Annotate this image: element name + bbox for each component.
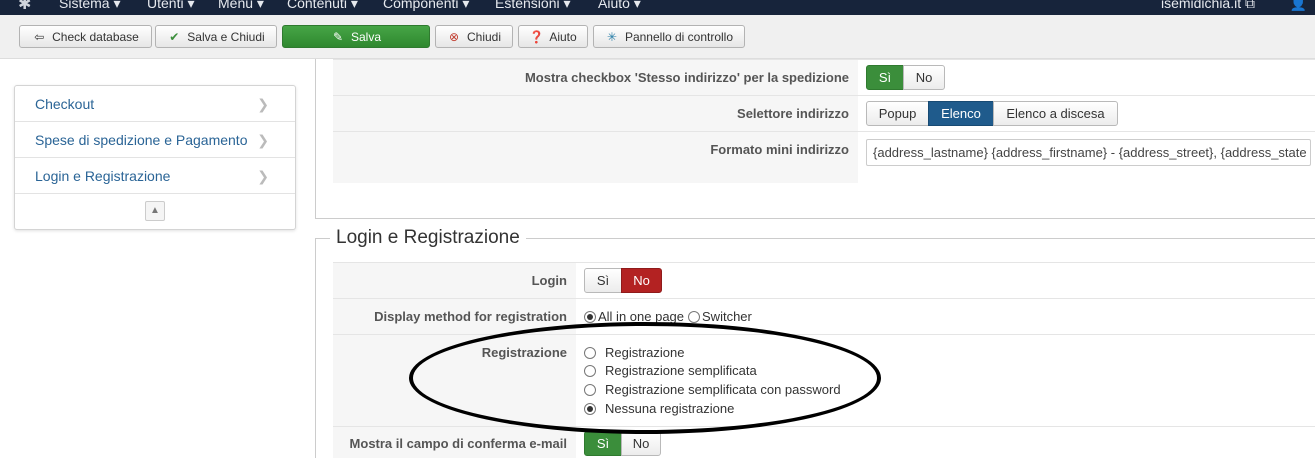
- chevron-right-icon: ❯: [257, 96, 269, 112]
- section-title: Login e Registrazione: [330, 227, 526, 249]
- registration-simple-option[interactable]: Registrazione semplificata: [584, 363, 757, 378]
- field-label: Selettore indirizzo: [333, 96, 858, 131]
- close-button[interactable]: ⊗ Chiudi: [435, 25, 513, 48]
- save-button[interactable]: ✎ Salva: [282, 25, 430, 48]
- control-panel-button[interactable]: ✳ Pannello di controllo: [593, 25, 745, 48]
- menu-sistema[interactable]: Sistema ▾: [59, 0, 121, 12]
- field-label: Login: [333, 263, 576, 298]
- sidebar: Checkout ❯ Spese di spedizione e Pagamen…: [14, 85, 296, 230]
- radio-button[interactable]: [584, 364, 596, 377]
- user-icon[interactable]: 👤: [1290, 0, 1307, 12]
- check-database-button[interactable]: ⇦ Check database: [19, 25, 152, 48]
- row-registration: Registrazione: [333, 334, 1315, 426]
- email-confirm-toggle: Sì No: [584, 431, 661, 456]
- chevron-right-icon: ❯: [257, 132, 269, 148]
- help-button[interactable]: ❓ Aiuto: [518, 25, 588, 48]
- row-email-confirm: Mostra il campo di conferma e-mail: [333, 426, 1315, 458]
- radio-all-in-one-page[interactable]: [584, 310, 596, 323]
- row-display-method: Display method for registration: [333, 298, 1315, 334]
- no-registration-option[interactable]: Nessuna registrazione: [584, 401, 734, 416]
- row-login: Login: [333, 262, 1315, 298]
- menu-componenti[interactable]: Componenti ▾: [383, 0, 469, 12]
- menu-estensioni[interactable]: Estensioni ▾: [495, 0, 571, 12]
- save-close-button[interactable]: ✔ Salva e Chiudi: [155, 25, 277, 48]
- menu-contenuti[interactable]: Contenuti ▾: [287, 0, 358, 12]
- option-popup[interactable]: Popup: [866, 101, 929, 126]
- field-label: Formato mini indirizzo: [333, 132, 858, 183]
- sidebar-item-checkout[interactable]: Checkout ❯: [15, 86, 295, 122]
- menu-aiuto[interactable]: Aiuto ▾: [598, 0, 641, 12]
- mini-format-input[interactable]: {address_lastname} {address_firstname} -…: [866, 139, 1311, 166]
- joomla-logo-icon[interactable]: ✱: [18, 0, 31, 14]
- address-selector-toggle: Popup Elenco Elenco a discesa: [866, 101, 1118, 126]
- row-address-selector: Selettore indirizzo: [333, 95, 1315, 131]
- registration-option[interactable]: Registrazione: [584, 345, 685, 360]
- option-yes[interactable]: Sì: [584, 268, 622, 293]
- option-no[interactable]: No: [903, 65, 945, 90]
- sidebar-item-shipping-payment[interactable]: Spese di spedizione e Pagamento ❯: [15, 122, 295, 158]
- option-no[interactable]: No: [621, 268, 662, 293]
- field-label: Display method for registration: [333, 299, 576, 334]
- chevron-right-icon: ❯: [257, 168, 269, 184]
- check-icon: ✔: [169, 29, 180, 44]
- field-label: Mostra il campo di conferma e-mail: [333, 427, 576, 458]
- database-icon: ⇦: [34, 29, 45, 44]
- edit-icon: ✎: [332, 29, 344, 44]
- option-elenco[interactable]: Elenco: [928, 101, 994, 126]
- login-toggle: Sì No: [584, 268, 662, 293]
- field-label: Mostra checkbox 'Stesso indirizzo' per l…: [333, 60, 858, 95]
- registration-simple-password-option[interactable]: Registrazione semplificata con password: [584, 382, 841, 397]
- menu-utenti[interactable]: Utenti ▾: [147, 0, 195, 12]
- toolbar: ⇦ Check database ✔ Salva e Chiudi ✎ Salva ⊗…: [0, 15, 1315, 59]
- control-panel-icon: ✳: [606, 29, 617, 44]
- question-icon: ❓: [529, 29, 545, 44]
- option-no[interactable]: No: [621, 431, 661, 456]
- top-nav: ✱ Sistema ▾ Utenti ▾ Menu ▾ Contenuti ▾ …: [0, 0, 1315, 15]
- radio-switcher[interactable]: [688, 310, 701, 323]
- collapse-sidebar-icon[interactable]: ▲: [145, 201, 165, 221]
- option-elenco-a-discesa[interactable]: Elenco a discesa: [993, 101, 1118, 126]
- option-yes[interactable]: Sì: [584, 431, 622, 456]
- sidebar-item-login-registration[interactable]: Login e Registrazione ❯: [15, 158, 295, 194]
- close-icon: ⊗: [448, 29, 460, 44]
- row-same-address: Mostra checkbox 'Stesso indirizzo' per l…: [333, 59, 1315, 95]
- radio-button[interactable]: [584, 402, 596, 415]
- site-link[interactable]: isemidichia.it ⧉: [1161, 0, 1255, 12]
- display-method-radios: All in one page Switcher: [584, 309, 752, 324]
- radio-button[interactable]: [584, 383, 596, 396]
- option-yes[interactable]: Sì: [866, 65, 904, 90]
- menu-menu[interactable]: Menu ▾: [218, 0, 264, 12]
- same-address-toggle: Sì No: [866, 65, 945, 90]
- panel-divider: [315, 218, 1315, 219]
- panel-border: [315, 59, 316, 219]
- radio-button[interactable]: [584, 346, 596, 359]
- field-label: Registrazione: [333, 335, 576, 426]
